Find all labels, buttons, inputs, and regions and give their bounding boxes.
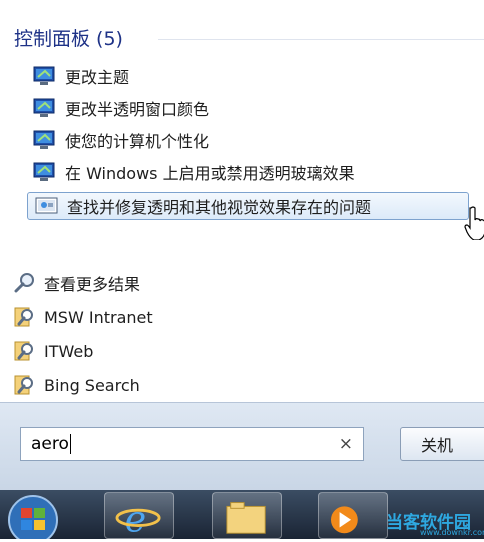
display-settings-icon <box>33 98 55 117</box>
taskbar-file-explorer-button[interactable] <box>212 492 282 539</box>
search-provider-label: MSW Intranet <box>44 307 153 327</box>
start-menu-results-pane: 控制面板 (5) 更改主题 更改半透明窗口颜色 使您的计算机个性化 在 Wind… <box>0 0 484 400</box>
shutdown-button[interactable]: 关机 <box>400 427 484 461</box>
file-explorer-icon <box>226 502 266 534</box>
control-panel-item-change-window-color[interactable]: 更改半透明窗口颜色 <box>26 94 466 122</box>
internet-explorer-icon: e <box>115 497 161 540</box>
start-menu-search-bar-area: aero × 关机 <box>0 402 484 491</box>
watermark-site-url: www.downkr.com <box>420 528 484 537</box>
control-panel-item-personalize[interactable]: 使您的计算机个性化 <box>26 126 466 154</box>
section-header-divider <box>158 39 484 40</box>
troubleshoot-icon <box>35 197 58 214</box>
search-provider-icon <box>14 341 33 361</box>
text-caret <box>69 434 71 454</box>
control-panel-item-label: 更改主题 <box>65 68 130 87</box>
section-header-control-panel: 控制面板 (5) <box>14 28 123 50</box>
search-provider-itweb[interactable]: ITWeb <box>14 336 314 366</box>
control-panel-item-troubleshoot-visual-effects[interactable]: 查找并修复透明和其他视觉效果存在的问题 <box>27 192 469 220</box>
search-query-text: aero <box>31 434 69 454</box>
search-provider-icon <box>14 307 33 327</box>
search-provider-icon <box>14 375 33 395</box>
control-panel-item-label: 使您的计算机个性化 <box>65 132 210 151</box>
control-panel-item-toggle-glass[interactable]: 在 Windows 上启用或禁用透明玻璃效果 <box>26 158 466 186</box>
see-more-results-link[interactable]: 查看更多结果 <box>14 268 314 298</box>
svg-text:e: e <box>125 497 147 538</box>
control-panel-item-label: 更改半透明窗口颜色 <box>65 100 210 119</box>
display-settings-icon <box>33 130 55 149</box>
media-player-icon <box>330 506 358 534</box>
search-icon <box>14 273 34 293</box>
see-more-results-label: 查看更多结果 <box>44 275 141 294</box>
shutdown-label: 关机 <box>421 436 454 455</box>
taskbar-media-player-button[interactable] <box>318 492 388 539</box>
start-search-input[interactable]: aero × <box>20 427 364 461</box>
clear-search-icon[interactable]: × <box>339 434 353 454</box>
display-settings-icon <box>33 162 55 181</box>
search-provider-bing[interactable]: Bing Search <box>14 370 314 400</box>
search-provider-label: Bing Search <box>44 375 140 395</box>
start-orb-icon[interactable] <box>4 494 62 539</box>
control-panel-item-label: 在 Windows 上启用或禁用透明玻璃效果 <box>65 164 355 183</box>
search-provider-label: ITWeb <box>44 341 94 361</box>
display-settings-icon <box>33 66 55 85</box>
search-provider-msw-intranet[interactable]: MSW Intranet <box>14 302 314 332</box>
hand-cursor-icon <box>464 206 484 240</box>
taskbar-internet-explorer-button[interactable]: e <box>104 492 174 540</box>
control-panel-item-change-theme[interactable]: 更改主题 <box>26 62 466 90</box>
control-panel-item-label: 查找并修复透明和其他视觉效果存在的问题 <box>67 198 372 217</box>
